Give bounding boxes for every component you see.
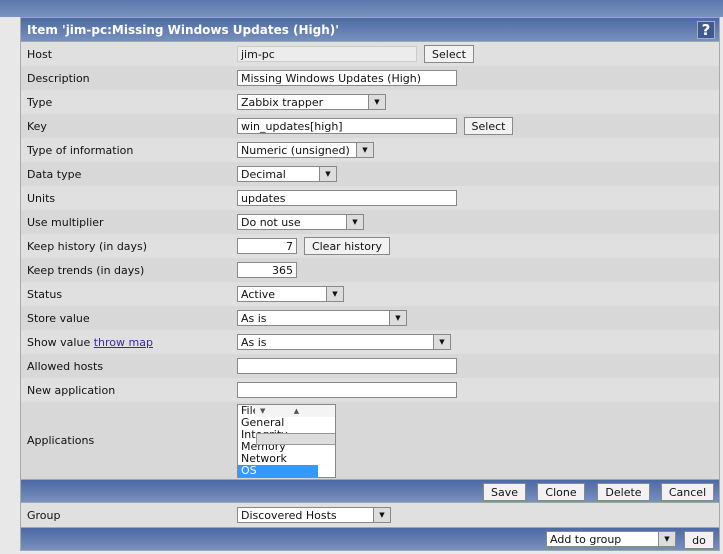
value: Zabbix trapper xyxy=(241,96,324,109)
scrollbar[interactable]: ▲ ▼ xyxy=(255,405,335,445)
label: Applications xyxy=(27,434,95,447)
label: Keep history (in days) xyxy=(27,240,148,253)
label: New application xyxy=(27,384,116,397)
row-status: Status Active ▼ xyxy=(21,282,719,306)
value: Active xyxy=(241,288,276,301)
value: Add to group xyxy=(550,533,622,546)
do-button[interactable]: do xyxy=(684,531,714,549)
key-select-button[interactable]: Select xyxy=(464,117,513,135)
help-icon[interactable]: ? xyxy=(697,21,715,39)
chevron-down-icon: ▼ xyxy=(433,335,450,349)
list-item-selected[interactable]: OS xyxy=(238,465,318,477)
row-multiplier: Use multiplier Do not use ▼ xyxy=(21,210,719,234)
clone-button[interactable]: Clone xyxy=(537,483,585,501)
row-description: Description Missing Windows Updates (High… xyxy=(21,66,719,90)
label: Allowed hosts xyxy=(27,360,104,373)
label: Status xyxy=(27,288,63,301)
description-input[interactable]: Missing Windows Updates (High) xyxy=(237,70,457,86)
row-applications: Applications Filesystem General Integrit… xyxy=(21,402,719,479)
chevron-down-icon: ▼ xyxy=(373,508,390,522)
group-select[interactable]: Discovered Hosts ▼ xyxy=(237,507,391,523)
top-bar xyxy=(0,0,723,17)
host-select-button[interactable]: Select xyxy=(424,45,474,63)
row-type-info: Type of information Numeric (unsigned) ▼ xyxy=(21,138,719,162)
row-show-value: Show value throw map As is ▼ xyxy=(21,330,719,354)
applications-listbox[interactable]: Filesystem General Integrity Memory Netw… xyxy=(237,404,336,478)
footer-bar: Add to group ▼ do xyxy=(21,527,719,551)
data-type-select[interactable]: Decimal ▼ xyxy=(237,166,337,182)
history-input[interactable]: 7 xyxy=(237,238,297,254)
label-text: Show value xyxy=(27,336,91,349)
chevron-down-icon: ▼ xyxy=(389,311,406,325)
item-form: Item 'jim-pc:Missing Windows Updates (Hi… xyxy=(20,17,720,551)
row-key: Key win_updates[high] Select xyxy=(21,114,719,138)
label: Show value throw map xyxy=(27,336,153,349)
label: Store value xyxy=(27,312,90,325)
label: Units xyxy=(27,192,56,205)
row-host: Host jim-pc Select xyxy=(21,42,719,66)
row-history: Keep history (in days) 7 Clear history xyxy=(21,234,719,258)
chevron-down-icon: ▼ xyxy=(319,167,336,181)
key-input[interactable]: win_updates[high] xyxy=(237,118,457,134)
scroll-down-icon[interactable]: ▼ xyxy=(260,405,265,417)
chevron-down-icon: ▼ xyxy=(326,287,343,301)
store-select[interactable]: As is ▼ xyxy=(237,310,407,326)
row-allowed-hosts: Allowed hosts xyxy=(21,354,719,378)
scroll-thumb[interactable] xyxy=(256,433,335,445)
group-action-select[interactable]: Add to group ▼ xyxy=(546,531,676,547)
label: Type xyxy=(27,96,53,109)
host-input[interactable]: jim-pc xyxy=(237,46,417,62)
multiplier-select[interactable]: Do not use ▼ xyxy=(237,214,364,230)
label: Use multiplier xyxy=(27,216,104,229)
scroll-up-icon[interactable]: ▲ xyxy=(294,407,299,415)
show-value-select[interactable]: As is ▼ xyxy=(237,334,451,350)
row-type: Type Zabbix trapper ▼ xyxy=(21,90,719,114)
throw-map-link[interactable]: throw map xyxy=(94,336,153,349)
chevron-down-icon: ▼ xyxy=(368,95,385,109)
label: Group xyxy=(27,509,61,522)
label: Key xyxy=(27,120,47,133)
row-units: Units updates xyxy=(21,186,719,210)
new-application-input[interactable] xyxy=(237,382,457,398)
label: Data type xyxy=(27,168,82,181)
value: Do not use xyxy=(241,216,301,229)
label: Type of information xyxy=(27,144,134,157)
form-rows: Host jim-pc Select Description Missing Wind… xyxy=(21,42,719,479)
value: As is xyxy=(241,312,267,325)
chevron-down-icon: ▼ xyxy=(356,143,373,157)
clear-history-button[interactable]: Clear history xyxy=(304,237,390,255)
value: Numeric (unsigned) xyxy=(241,144,350,157)
trends-input[interactable]: 365 xyxy=(237,262,297,278)
save-button[interactable]: Save xyxy=(483,483,526,501)
action-bar: Save Clone Delete Cancel xyxy=(21,479,719,503)
form-title: Item 'jim-pc:Missing Windows Updates (Hi… xyxy=(27,23,339,37)
type-info-select[interactable]: Numeric (unsigned) ▼ xyxy=(237,142,374,158)
chevron-down-icon: ▼ xyxy=(346,215,363,229)
row-trends: Keep trends (in days) 365 xyxy=(21,258,719,282)
label: Host xyxy=(27,48,53,61)
delete-button[interactable]: Delete xyxy=(597,483,650,501)
label: Description xyxy=(27,72,90,85)
row-group: Group Discovered Hosts ▼ xyxy=(21,503,719,527)
label: Keep trends (in days) xyxy=(27,264,145,277)
value: As is xyxy=(241,336,267,349)
chevron-down-icon: ▼ xyxy=(658,532,675,546)
units-input[interactable]: updates xyxy=(237,190,457,206)
value: Decimal xyxy=(241,168,286,181)
status-select[interactable]: Active ▼ xyxy=(237,286,344,302)
row-store: Store value As is ▼ xyxy=(21,306,719,330)
value: Discovered Hosts xyxy=(241,509,337,522)
form-header: Item 'jim-pc:Missing Windows Updates (Hi… xyxy=(21,17,719,42)
allowed-hosts-input[interactable] xyxy=(237,358,457,374)
row-data-type: Data type Decimal ▼ xyxy=(21,162,719,186)
type-select[interactable]: Zabbix trapper ▼ xyxy=(237,94,386,110)
cancel-button[interactable]: Cancel xyxy=(661,483,714,501)
row-new-application: New application xyxy=(21,378,719,402)
